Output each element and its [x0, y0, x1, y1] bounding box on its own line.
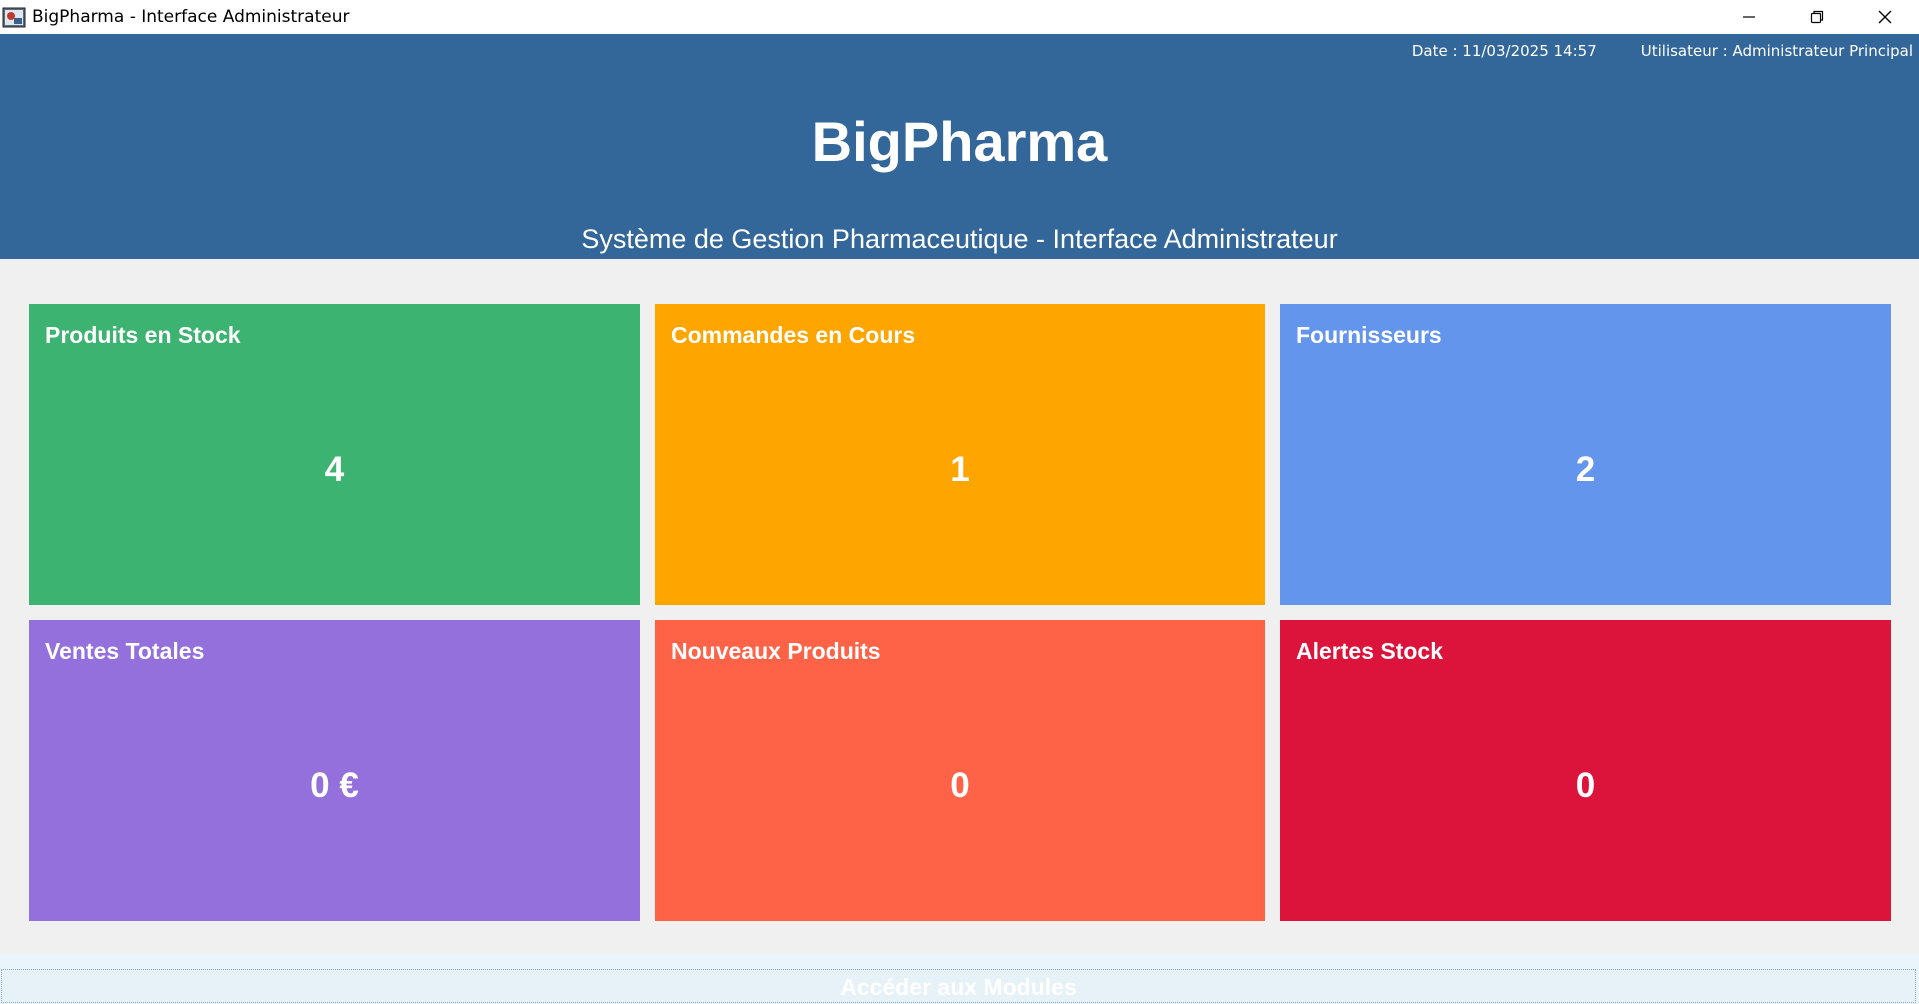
- card-title: Alertes Stock: [1296, 638, 1444, 664]
- card-value: 0: [950, 766, 970, 805]
- card-title: Fournisseurs: [1296, 322, 1442, 348]
- close-icon: [1878, 10, 1892, 24]
- current-user: Utilisateur : Administrateur Principal: [1640, 42, 1913, 60]
- window-controls: [1715, 0, 1919, 34]
- restore-icon: [1810, 10, 1824, 24]
- card-produits-en-stock: Produits en Stock 4: [29, 304, 640, 605]
- card-ventes-totales: Ventes Totales 0 €: [29, 620, 640, 921]
- card-fournisseurs: Fournisseurs 2: [1280, 304, 1891, 605]
- card-value: 4: [324, 450, 345, 489]
- card-commandes-en-cours: Commandes en Cours 1: [655, 304, 1265, 605]
- card-value: 1: [950, 450, 970, 489]
- header-meta: Date : 11/03/2025 14:57 Utilisateur : Ad…: [1412, 42, 1913, 60]
- card-title: Produits en Stock: [45, 322, 241, 348]
- window-title: BigPharma - Interface Administrateur: [32, 7, 350, 27]
- card-value: 0 €: [310, 766, 359, 805]
- current-date: Date : 11/03/2025 14:57: [1411, 42, 1597, 60]
- close-button[interactable]: [1851, 0, 1919, 34]
- card-nouveaux-produits: Nouveaux Produits 0: [655, 620, 1265, 921]
- card-title: Ventes Totales: [45, 638, 205, 664]
- minimize-button[interactable]: [1715, 0, 1783, 34]
- card-alertes-stock: Alertes Stock 0: [1280, 620, 1891, 921]
- app-title: BigPharma: [811, 110, 1108, 173]
- access-modules-button[interactable]: Accéder aux Modules: [1, 969, 1916, 1003]
- restore-button[interactable]: [1783, 0, 1851, 34]
- header-banner: Date : 11/03/2025 14:57 Utilisateur : Ad…: [0, 34, 1919, 259]
- app-subtitle: Système de Gestion Pharmaceutique - Inte…: [581, 224, 1338, 254]
- title-bar: BigPharma - Interface Administrateur: [0, 0, 1919, 34]
- minimize-icon: [1743, 16, 1755, 18]
- card-title: Nouveaux Produits: [671, 638, 881, 664]
- app-icon: [2, 5, 26, 29]
- card-value: 0: [1575, 766, 1596, 805]
- app-window: BigPharma - Interface Administrateur Dat…: [0, 0, 1919, 1004]
- card-value: 2: [1575, 450, 1596, 489]
- card-title: Commandes en Cours: [671, 322, 916, 348]
